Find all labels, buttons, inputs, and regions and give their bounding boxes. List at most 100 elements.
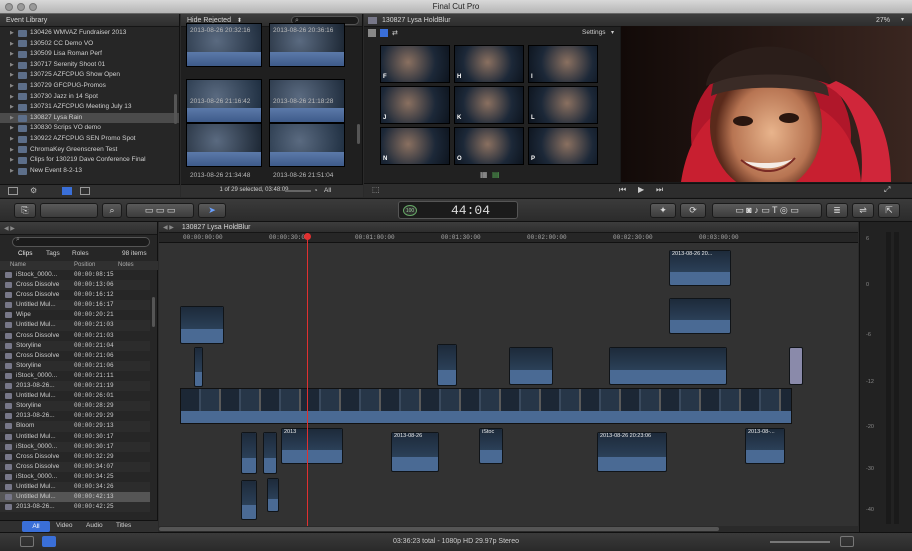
index-view-icon[interactable] xyxy=(42,536,56,547)
tab-audio[interactable]: Audio xyxy=(86,522,103,529)
index-row[interactable]: Cross Dissolve 00:00:13:06 xyxy=(0,280,150,291)
zoom-window-button[interactable] xyxy=(29,3,37,11)
connected-clip[interactable] xyxy=(509,347,553,385)
history-arrows-icon[interactable]: ◀ ▶ xyxy=(4,226,15,232)
connected-clip[interactable] xyxy=(263,432,277,474)
crop-icon[interactable] xyxy=(368,29,376,37)
disclosure-triangle-icon[interactable]: ▶ xyxy=(10,155,18,166)
disclosure-triangle-icon[interactable]: ▶ xyxy=(10,92,18,103)
magnifier-icon[interactable]: ⌕ xyxy=(102,203,122,218)
title-clip[interactable] xyxy=(789,347,803,385)
index-row[interactable]: 2013-08-26... 00:00:21:19 xyxy=(0,381,150,392)
connected-clip[interactable] xyxy=(241,480,257,520)
event-item[interactable]: ▶ 130830 Scrips VO demo xyxy=(0,123,179,134)
index-row[interactable]: iStock_0000... 00:00:34:25 xyxy=(0,472,150,482)
select-tool-button[interactable]: ➤ xyxy=(198,203,226,218)
connected-clip[interactable] xyxy=(180,306,224,344)
index-row[interactable]: Storyline 00:00:28:29 xyxy=(0,401,150,412)
event-item[interactable]: ▶ 130729 GFCPUG-Promos xyxy=(0,81,179,92)
close-window-button[interactable] xyxy=(5,3,13,11)
event-item[interactable]: ▶ 130717 Serenity Shoot 01 xyxy=(0,60,179,71)
event-item[interactable]: ▶ 130922 AZFCPUG SEN Promo Spot xyxy=(0,134,179,145)
event-item[interactable]: ▶ 130725 AZFCPUG Show Open xyxy=(0,70,179,81)
angle-thumbnail[interactable]: L xyxy=(528,86,598,124)
disclosure-triangle-icon[interactable]: ▶ xyxy=(10,60,18,71)
disclosure-triangle-icon[interactable]: ▶ xyxy=(10,102,18,113)
browser-clip[interactable] xyxy=(269,123,345,167)
minimize-window-button[interactable] xyxy=(17,3,25,11)
column-position[interactable]: Position xyxy=(74,262,95,268)
enhance-icon[interactable]: ✦ xyxy=(650,203,676,218)
next-frame-button[interactable]: ⏭ xyxy=(656,185,663,195)
column-name[interactable]: Name xyxy=(10,262,26,268)
gear-icon[interactable]: ⚙ xyxy=(30,186,37,195)
event-item[interactable]: ▶ New Event 8-2-13 xyxy=(0,166,179,177)
clip-size-slider[interactable] xyxy=(285,190,311,192)
connected-clip[interactable]: iStoc xyxy=(479,428,503,464)
event-item[interactable]: ▶ 130730 Jazz in 14 Spot xyxy=(0,92,179,103)
retime-icon[interactable]: ⟳ xyxy=(680,203,706,218)
zoom-slider[interactable] xyxy=(770,541,830,543)
tab-video[interactable]: Video xyxy=(56,522,73,529)
edit-buttons[interactable]: ▭ ▭ ▭ xyxy=(126,203,194,218)
angle-thumbnail[interactable]: H xyxy=(454,45,524,83)
disclosure-triangle-icon[interactable]: ▶ xyxy=(10,166,18,177)
audio-icon[interactable]: ◔ xyxy=(313,186,318,195)
tab-all[interactable]: All xyxy=(22,521,50,532)
connected-clip[interactable] xyxy=(267,478,279,512)
fullscreen-icon[interactable]: ⤢ xyxy=(884,185,890,195)
index-row[interactable]: Untitled Mul... 00:00:21:03 xyxy=(0,320,150,331)
chevron-down-icon[interactable]: ▾ xyxy=(611,29,614,36)
filmstrip-icon[interactable] xyxy=(380,29,388,37)
index-row[interactable]: iStock_0000... 00:00:30:17 xyxy=(0,441,150,452)
column-notes[interactable]: Notes xyxy=(118,262,134,268)
index-row[interactable]: Untitled Mul... 00:00:26:01 xyxy=(0,391,150,401)
browser-clip[interactable] xyxy=(186,123,262,167)
timeline-index-toggle-icon[interactable] xyxy=(20,536,34,547)
tab-titles[interactable]: Titles xyxy=(116,522,131,529)
list-view-icon[interactable] xyxy=(80,187,90,195)
index-row[interactable]: Storyline 00:00:21:06 xyxy=(0,360,150,371)
angle-thumbnail[interactable]: J xyxy=(380,86,450,124)
tab-roles[interactable]: Roles xyxy=(72,250,89,257)
angle-icon[interactable]: ▤ xyxy=(492,170,500,179)
connected-clip[interactable] xyxy=(669,298,731,334)
event-item[interactable]: ▶ ChromaKey Greenscreen Test xyxy=(0,145,179,156)
angle-thumbnail[interactable]: I xyxy=(528,45,598,83)
index-scrollbar[interactable] xyxy=(152,297,155,327)
keyword-buttons[interactable] xyxy=(40,203,98,218)
index-row[interactable]: Cross Dissolve 00:00:16:12 xyxy=(0,290,150,300)
grid-icon[interactable]: ▦ xyxy=(480,170,488,179)
connected-clip[interactable]: 2013-08-26 20:23:06 xyxy=(597,432,667,472)
browser-scrollbar[interactable] xyxy=(357,124,360,144)
timeline-ruler[interactable]: 00:00:00:00 00:00:30:00 00:01:00:00 00:0… xyxy=(159,233,858,243)
transform-icon[interactable]: ⇄ xyxy=(392,29,398,37)
event-item[interactable]: ▶ 130426 WMVAZ Fundraiser 2013 xyxy=(0,28,179,39)
clip-appearance-icon[interactable] xyxy=(840,536,854,547)
tab-clips[interactable]: Clips xyxy=(18,250,32,257)
angle-thumbnail[interactable]: P xyxy=(528,127,598,165)
index-row[interactable]: Untitled Mul... 00:00:42:13 xyxy=(0,492,150,503)
disclosure-triangle-icon[interactable]: ▶ xyxy=(10,70,18,81)
angle-thumbnail[interactable]: K xyxy=(454,86,524,124)
index-row[interactable]: 2013-08-26... 00:00:42:25 xyxy=(0,502,150,513)
playhead[interactable] xyxy=(307,233,308,532)
import-media-button[interactable]: ⎘ xyxy=(14,203,36,218)
event-item[interactable]: ▶ 130827 Lysa Rain xyxy=(0,112,179,124)
disclosure-triangle-icon[interactable]: ▶ xyxy=(10,28,18,39)
index-row[interactable]: Untitled Mul... 00:00:30:17 xyxy=(0,432,150,442)
index-row[interactable]: Cross Dissolve 00:00:32:29 xyxy=(0,452,150,462)
index-row[interactable]: Storyline 00:00:21:04 xyxy=(0,340,150,351)
angle-thumbnail[interactable]: F xyxy=(380,45,450,83)
connected-clip[interactable]: 2013 xyxy=(281,428,343,464)
tab-tags[interactable]: Tags xyxy=(46,250,60,257)
angle-thumbnail[interactable]: N xyxy=(380,127,450,165)
filmstrip-view-icon[interactable] xyxy=(62,187,72,195)
connected-clip[interactable]: 2013-08-26 xyxy=(391,432,439,472)
settings-popup[interactable]: Settings xyxy=(582,29,606,36)
event-item[interactable]: ▶ 130731 AZFCPUG Meeting July 13 xyxy=(0,102,179,113)
adjust-icon[interactable]: ⇌ xyxy=(852,203,874,218)
disclosure-triangle-icon[interactable]: ▶ xyxy=(10,81,18,92)
share-icon[interactable]: ⇱ xyxy=(878,203,900,218)
dashboard-timecode[interactable]: 100 44:04 xyxy=(398,201,518,219)
